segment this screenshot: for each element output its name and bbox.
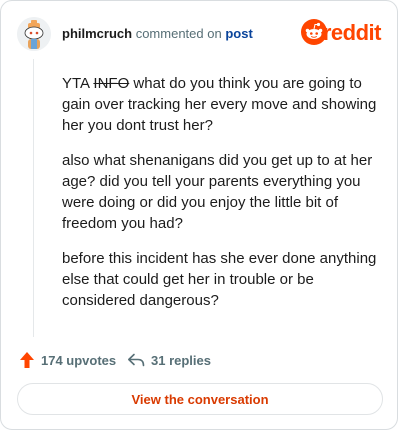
replies-stat[interactable]: 31 replies [127,349,211,371]
thread-line [33,59,34,337]
reddit-wordmark: reddit [322,20,382,45]
comment-paragraph-1: YTA INFO what do you think you are going… [62,73,378,136]
struck-verdict: INFO [93,75,130,92]
upvotes-stat[interactable]: 174 upvotes [19,349,116,371]
comment-footer: 174 upvotes 31 replies [19,349,381,371]
verdict-text: YTA [62,75,94,92]
comment-header: philmcruch commented on post reddit [17,17,382,51]
upvotes-count: 174 upvotes [41,352,117,368]
action-text: commented on [135,26,222,41]
replies-count: 31 replies [151,352,211,368]
comment-embed-card: philmcruch commented on post reddit YTA … [0,0,398,430]
upvote-arrow-icon [20,352,34,368]
user-avatar[interactable] [17,17,51,51]
comment-meta: philmcruch commented on post [62,26,253,42]
post-link[interactable]: post [225,26,252,41]
comment-body: YTA INFO what do you think you are going… [62,73,378,325]
reply-icon [128,353,145,367]
username-link[interactable]: philmcruch [62,26,132,41]
comment-paragraph-2: also what shenanigans did you get up to … [62,152,373,232]
view-conversation-button[interactable]: View the conversation [17,383,383,415]
comment-paragraph-3: before this incident has she ever done a… [62,250,377,309]
snoo-avatar-icon [17,17,51,51]
